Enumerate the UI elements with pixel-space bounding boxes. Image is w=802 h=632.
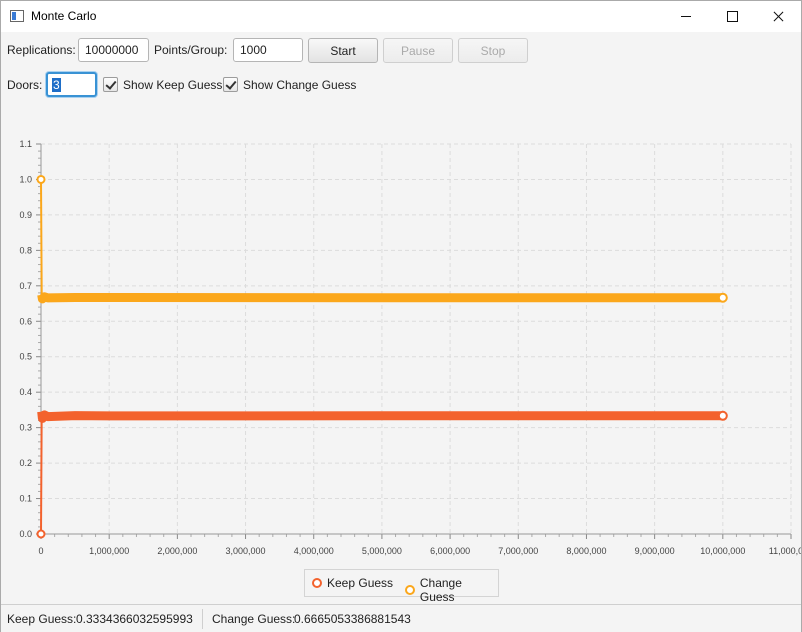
chart-legend: Keep Guess Change Guess bbox=[304, 569, 499, 604]
keep-guess-start-point bbox=[36, 529, 46, 539]
keep-guess-early-line bbox=[40, 411, 723, 535]
show-change-guess-label[interactable]: Show Change Guess bbox=[243, 78, 356, 92]
replications-input[interactable] bbox=[78, 38, 149, 62]
show-keep-guess-label[interactable]: Show Keep Guess bbox=[123, 78, 222, 92]
doors-input[interactable]: 3 bbox=[46, 72, 97, 97]
x-tick-label: 6,000,000 bbox=[430, 546, 470, 556]
y-tick-label: 1.1 bbox=[19, 139, 32, 149]
points-per-group-input[interactable] bbox=[233, 38, 303, 62]
stop-button[interactable]: Stop bbox=[458, 38, 528, 63]
status-change-value: 0.6665053386881543 bbox=[294, 612, 411, 626]
y-tick-label: 0.9 bbox=[19, 210, 32, 220]
show-keep-guess-checkbox[interactable] bbox=[103, 77, 118, 92]
legend-keep-marker bbox=[312, 578, 322, 588]
x-tick-label: 2,000,000 bbox=[157, 546, 197, 556]
y-tick-label: 0.2 bbox=[19, 458, 32, 468]
title-bar: Monte Carlo bbox=[1, 1, 801, 32]
keep-guess-end-point bbox=[717, 410, 728, 421]
keep-guess-line bbox=[37, 410, 723, 423]
minimize-icon[interactable] bbox=[663, 1, 709, 32]
status-separator bbox=[202, 609, 203, 629]
x-tick-label: 11,000,000 bbox=[769, 546, 801, 556]
x-tick-label: 7,000,000 bbox=[498, 546, 538, 556]
y-tick-label: 1.0 bbox=[19, 174, 32, 184]
window-title: Monte Carlo bbox=[31, 9, 97, 23]
y-tick-label: 0.0 bbox=[19, 529, 32, 539]
legend-keep-label: Keep Guess bbox=[327, 576, 394, 590]
status-keep-label: Keep Guess: bbox=[7, 612, 77, 626]
line-chart: 0 1,000,000 2,000,000 3,000,000 4,000,000 5,0… bbox=[19, 139, 801, 556]
x-tick-label: 8,000,000 bbox=[566, 546, 606, 556]
x-tick-label: 5,000,000 bbox=[362, 546, 402, 556]
change-guess-line bbox=[37, 292, 723, 304]
y-tick-label: 0.4 bbox=[19, 387, 32, 397]
x-tick-label: 10,000,000 bbox=[700, 546, 745, 556]
doors-label: Doors: bbox=[7, 78, 43, 92]
status-change-label: Change Guess: bbox=[212, 612, 296, 626]
y-tick-label: 0.6 bbox=[19, 316, 32, 326]
x-tick-label: 3,000,000 bbox=[226, 546, 266, 556]
status-bar: Keep Guess: 0.3334366032595993 Change Gu… bbox=[1, 604, 801, 632]
y-tick-label: 0.8 bbox=[19, 245, 32, 255]
change-guess-end-point bbox=[717, 292, 728, 303]
y-tick-label: 0.7 bbox=[19, 281, 32, 291]
x-tick-label: 9,000,000 bbox=[635, 546, 675, 556]
x-tick-label: 4,000,000 bbox=[294, 546, 334, 556]
legend-item-keep-guess: Keep Guess bbox=[312, 576, 393, 590]
change-guess-start-point bbox=[36, 174, 46, 184]
show-change-guess-checkbox[interactable] bbox=[223, 77, 238, 92]
y-tick-label: 0.1 bbox=[19, 494, 32, 504]
doors-value: 3 bbox=[52, 77, 61, 92]
close-icon[interactable] bbox=[755, 1, 801, 32]
y-tick-label: 0.5 bbox=[19, 352, 32, 362]
change-guess-early-line bbox=[40, 179, 723, 302]
replications-label: Replications: bbox=[7, 43, 76, 57]
x-tick-label: 1,000,000 bbox=[89, 546, 129, 556]
maximize-icon[interactable] bbox=[709, 1, 755, 32]
pause-button[interactable]: Pause bbox=[383, 38, 453, 63]
app-window: Monte Carlo Replications: Points/Group: … bbox=[0, 0, 802, 632]
y-tick-label: 0.3 bbox=[19, 423, 32, 433]
legend-item-change-guess: Change Guess bbox=[405, 576, 498, 604]
start-button[interactable]: Start bbox=[308, 38, 378, 63]
legend-change-marker bbox=[405, 585, 415, 595]
points-per-group-label: Points/Group: bbox=[154, 43, 228, 57]
status-keep-value: 0.3334366032595993 bbox=[76, 612, 193, 626]
app-icon bbox=[10, 10, 24, 22]
legend-change-label: Change Guess bbox=[419, 576, 462, 604]
x-tick-label: 0 bbox=[38, 546, 43, 556]
